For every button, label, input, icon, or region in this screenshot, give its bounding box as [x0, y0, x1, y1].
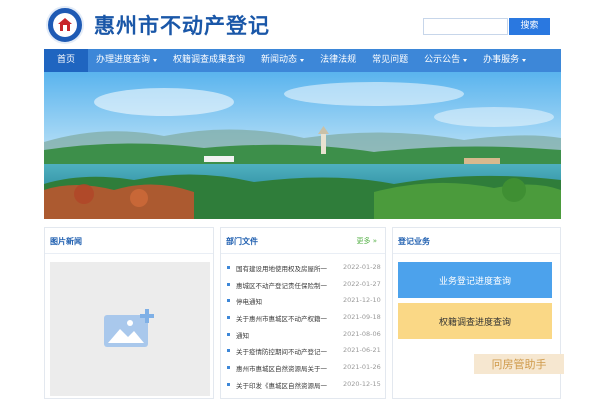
document-date: 2022-01-28 — [343, 263, 381, 271]
search-button[interactable]: 搜索 — [509, 18, 550, 35]
document-title[interactable]: 关于印发《惠城区自然资源局一 — [236, 380, 346, 390]
survey-progress-button[interactable]: 权籍调查进度查询 — [398, 303, 552, 339]
page: 惠州市不动产登记 搜索 首页 办理进度查询 权籍调查成果查询 新闻动态 法律法规… — [0, 0, 600, 400]
nav-item-announcements[interactable]: 公示公告 — [416, 49, 475, 72]
nav-item-progress-query[interactable]: 办理进度查询 — [88, 49, 165, 72]
nav-item-label: 法律法规 — [320, 55, 357, 65]
search-input[interactable] — [423, 18, 508, 35]
nav-item-label: 新闻动态 — [261, 55, 298, 65]
document-date: 2021-09-18 — [343, 313, 381, 322]
department-docs-panel: 部门文件 更多 » 国有建设用地使用权及房屋所一 2022-01-28 惠城区不动… — [220, 227, 386, 399]
site-header: 惠州市不动产登记 搜索 — [0, 0, 600, 48]
bullet-icon — [227, 266, 230, 269]
site-logo[interactable] — [46, 6, 84, 44]
document-list: 国有建设用地使用权及房屋所一 2022-01-28 惠城区不动产登记责任保险制一 2… — [227, 260, 381, 394]
nav-item-label: 权籍调查成果查询 — [173, 55, 246, 65]
document-date: 2022-01-27 — [343, 279, 381, 288]
nav-item-label: 公示公告 — [424, 55, 461, 65]
nav-item-services[interactable]: 办事服务 — [475, 49, 534, 72]
document-title[interactable]: 惠城区不动产登记责任保险制一 — [236, 280, 346, 290]
bullet-icon — [227, 332, 230, 336]
document-date: 2021-08-06 — [343, 329, 381, 338]
list-item[interactable]: 关于惠州市惠城区不动产权籍一 2021-09-18 — [227, 310, 381, 327]
nav-item-label: 常见问题 — [372, 55, 409, 65]
document-title[interactable]: 关于惠州市惠城区不动产权籍一 — [236, 313, 346, 323]
list-item[interactable]: 关于疫情防控期间不动产登记一 2021-06-21 — [227, 343, 381, 360]
list-item[interactable]: 国有建设用地使用权及房屋所一 2022-01-28 — [227, 260, 381, 277]
lake-banner-image — [44, 72, 561, 219]
bullet-icon — [227, 382, 230, 386]
site-title: 惠州市不动产登记 — [94, 13, 270, 38]
list-item[interactable]: 停电通知 2021-12-10 — [227, 293, 381, 310]
nav-item-home[interactable]: 首页 — [44, 49, 89, 72]
nav-item-label: 办理进度查询 — [96, 55, 151, 65]
document-title[interactable]: 停电通知 — [236, 296, 346, 306]
document-date: 2021-06-21 — [343, 346, 381, 355]
nav-item-label: 首页 — [57, 55, 76, 65]
panel-title: 部门文件 — [226, 237, 258, 246]
list-item[interactable]: 惠州市惠城区自然资源局关于一 2021-01-26 — [227, 360, 381, 377]
panel-header: 图片新闻 — [45, 228, 213, 254]
list-item[interactable]: 关于印发《惠城区自然资源局一 2020-12-15 — [227, 377, 381, 394]
bullet-icon — [227, 299, 230, 303]
bullet-icon — [227, 349, 230, 353]
picture-news-panel: 图片新闻 — [44, 227, 214, 399]
watermark: 冋房管助手 — [474, 354, 564, 374]
house-emblem-icon — [53, 13, 77, 37]
document-date: 2021-01-26 — [343, 363, 381, 372]
document-title[interactable]: 通知 — [236, 330, 346, 340]
document-date: 2020-12-15 — [343, 379, 381, 388]
chevron-down-icon — [522, 59, 527, 62]
document-title[interactable]: 关于疫情防控期间不动产登记一 — [236, 346, 346, 356]
panel-header: 部门文件 更多 » — [221, 228, 385, 254]
document-date: 2021-12-10 — [343, 296, 381, 305]
nav-item-faq[interactable]: 常见问题 — [364, 49, 416, 72]
chevron-down-icon — [300, 59, 305, 62]
document-title[interactable]: 惠州市惠城区自然资源局关于一 — [236, 363, 346, 373]
panel-title: 图片新闻 — [50, 237, 82, 246]
chevron-down-icon — [153, 59, 158, 62]
panel-header: 登记业务 — [393, 228, 560, 254]
bullet-icon — [227, 366, 230, 370]
document-title[interactable]: 国有建设用地使用权及房屋所一 — [236, 263, 346, 273]
nav-item-survey-results[interactable]: 权籍调查成果查询 — [165, 49, 253, 72]
nav-item-label: 办事服务 — [483, 55, 520, 65]
panel-title: 登记业务 — [398, 237, 430, 246]
chevron-down-icon — [463, 59, 468, 62]
image-placeholder-icon — [104, 309, 154, 347]
more-link[interactable]: 更多 » — [356, 236, 377, 246]
nav-item-laws[interactable]: 法律法规 — [312, 49, 364, 72]
nav-item-news[interactable]: 新闻动态 — [253, 49, 312, 72]
bullet-icon — [227, 282, 230, 286]
picture-placeholder[interactable] — [50, 262, 210, 396]
bullet-icon — [227, 316, 230, 320]
list-item[interactable]: 惠城区不动产登记责任保险制一 2022-01-27 — [227, 277, 381, 294]
main-nav: 首页 办理进度查询 权籍调查成果查询 新闻动态 法律法规 常见问题 公示公告 办… — [44, 49, 561, 72]
registration-progress-button[interactable]: 业务登记进度查询 — [398, 262, 552, 298]
list-item[interactable]: 通知 2021-08-06 — [227, 327, 381, 344]
